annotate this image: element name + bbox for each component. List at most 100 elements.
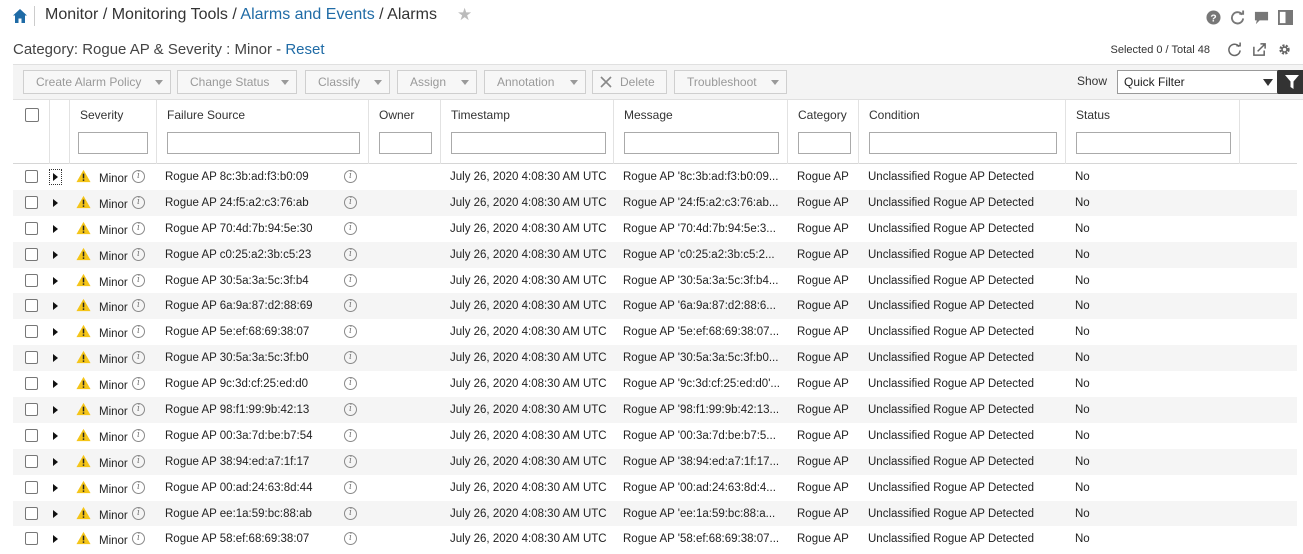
info-icon[interactable]: i [132,403,145,417]
expand-row-icon[interactable] [53,328,58,337]
info-icon[interactable]: i [132,170,145,183]
row-checkbox[interactable] [25,351,38,365]
info-icon[interactable]: i [132,351,145,365]
row-checkbox[interactable] [25,273,38,287]
column-header-category[interactable]: Category [798,108,847,122]
failure-source-filter-input[interactable] [167,132,360,154]
reset-link[interactable]: Reset [285,41,324,58]
column-header-failure-source[interactable]: Failure Source [167,108,245,122]
annotation-button[interactable]: Annotation [484,70,586,94]
row-checkbox[interactable] [25,170,38,183]
change-status-button[interactable]: Change Status [177,70,297,94]
table-row[interactable]: Minor i Rogue AP 70:4d:7b:94:5e:30 i July 26… [13,216,1297,242]
table-row[interactable]: Minor i Rogue AP 24:f5:a2:c3:76:ab i July 26… [13,189,1297,216]
column-header-severity[interactable]: Severity [80,108,123,122]
info-icon[interactable]: i [344,247,357,261]
info-icon[interactable]: i [132,532,145,546]
column-header-message[interactable]: Message [624,108,673,122]
info-icon[interactable]: i [344,325,357,339]
info-icon[interactable]: i [132,480,145,494]
expand-row-icon[interactable] [53,250,58,259]
column-header-timestamp[interactable]: Timestamp [451,108,510,122]
row-checkbox[interactable] [25,454,38,468]
expand-row-icon[interactable] [53,276,58,285]
message-filter-input[interactable] [624,132,779,154]
info-icon[interactable]: i [132,377,145,391]
info-icon[interactable]: i [132,247,145,261]
info-icon[interactable]: i [344,532,357,546]
row-checkbox[interactable] [25,247,38,261]
row-checkbox[interactable] [25,221,38,235]
info-icon[interactable]: i [344,377,357,391]
breadcrumb-alarms-and-events-link[interactable]: Alarms and Events [240,6,374,23]
row-checkbox[interactable] [25,532,38,546]
info-icon[interactable]: i [344,170,357,183]
info-icon[interactable]: i [132,428,145,442]
row-checkbox[interactable] [25,299,38,313]
row-checkbox[interactable] [25,506,38,520]
info-icon[interactable]: i [344,195,357,209]
owner-filter-input[interactable] [379,132,432,154]
assign-button[interactable]: Assign [397,70,477,94]
column-header-owner[interactable]: Owner [379,108,414,122]
troubleshoot-button[interactable]: Troubleshoot [674,70,787,94]
expand-row-icon[interactable] [53,509,58,518]
info-icon[interactable]: i [344,299,357,313]
delete-button[interactable]: Delete [592,70,667,94]
table-row[interactable]: Minor i Rogue AP 30:5a:3a:5c:3f:b4 i July 26… [13,268,1297,294]
expand-row-icon[interactable] [53,535,58,544]
expand-row-icon[interactable] [53,483,58,492]
filter-button[interactable] [1277,70,1303,94]
settings-gear-icon[interactable] [1277,42,1292,57]
table-row[interactable]: Minor i Rogue AP 38:94:ed:a7:1f:17 i July 26… [13,448,1297,475]
expand-row-icon[interactable] [53,406,58,415]
info-icon[interactable]: i [132,221,145,235]
column-header-status[interactable]: Status [1076,108,1110,122]
home-icon[interactable] [12,8,28,24]
expand-row-icon[interactable] [53,198,58,207]
expand-row-icon[interactable] [53,457,58,466]
info-icon[interactable]: i [132,454,145,468]
table-row[interactable]: Minor i Rogue AP 00:ad:24:63:8d:44 i July 26… [13,475,1297,501]
create-alarm-policy-button[interactable]: Create Alarm Policy [23,70,171,94]
expand-row-icon[interactable] [53,431,58,440]
table-row[interactable]: Minor i Rogue AP 9c:3d:cf:25:ed:d0 i July 26… [13,371,1297,397]
row-checkbox[interactable] [25,377,38,391]
select-all-checkbox[interactable] [25,108,39,122]
info-icon[interactable]: i [344,428,357,442]
status-filter-input[interactable] [1076,132,1231,154]
info-icon[interactable]: i [344,454,357,468]
info-icon[interactable]: i [132,506,145,520]
expand-row-icon[interactable] [53,354,58,363]
info-icon[interactable]: i [344,480,357,494]
table-row[interactable]: Minor i Rogue AP 30:5a:3a:5c:3f:b0 i July 26… [13,345,1297,372]
info-icon[interactable]: i [132,299,145,313]
feedback-icon[interactable] [1254,10,1269,25]
help-icon[interactable]: ? [1206,10,1221,25]
quick-filter-select[interactable]: Quick Filter [1117,70,1282,94]
table-row[interactable]: Minor i Rogue AP 8c:3b:ad:f3:b0:09 i July 26… [13,164,1297,190]
row-checkbox[interactable] [25,195,38,209]
table-row[interactable]: Minor i Rogue AP 6a:9a:87:d2:88:69 i July 26… [13,293,1297,320]
table-row[interactable]: Minor i Rogue AP 58:ef:68:69:38:07 i July 26… [13,526,1297,552]
expand-row-icon[interactable] [53,380,58,389]
table-row[interactable]: Minor i Rogue AP 00:3a:7d:be:b7:54 i July 26… [13,423,1297,449]
row-checkbox[interactable] [25,325,38,339]
severity-filter-input[interactable] [78,132,148,154]
category-filter-input[interactable] [798,132,851,154]
timestamp-filter-input[interactable] [451,132,606,154]
expand-row-icon[interactable] [49,169,62,185]
condition-filter-input[interactable] [869,132,1057,154]
table-row[interactable]: Minor i Rogue AP ee:1a:59:bc:88:ab i July 26… [13,500,1297,527]
expand-row-icon[interactable] [53,224,58,233]
expand-row-icon[interactable] [53,302,58,311]
info-icon[interactable]: i [132,195,145,209]
info-icon[interactable]: i [344,403,357,417]
info-icon[interactable]: i [132,273,145,287]
row-checkbox[interactable] [25,428,38,442]
info-icon[interactable]: i [344,351,357,365]
table-row[interactable]: Minor i Rogue AP 5e:ef:68:69:38:07 i July 26… [13,319,1297,345]
info-icon[interactable]: i [344,273,357,287]
row-checkbox[interactable] [25,480,38,494]
refresh-icon[interactable] [1230,10,1245,25]
